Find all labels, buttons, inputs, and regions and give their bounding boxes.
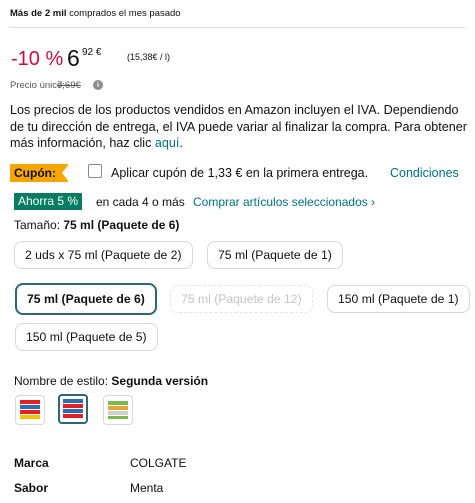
style-thumbnail-1[interactable] — [15, 395, 45, 425]
coupon-badge-notch — [62, 164, 69, 182]
toothpaste-pack-thumbnail-icon — [63, 399, 83, 418]
spec-flavor-label: Sabor — [14, 481, 49, 495]
bought-count: Más de 2 mil — [10, 8, 67, 19]
style-label: Nombre de estilo: Segunda versión — [14, 374, 208, 388]
save-text: en cada 4 o más — [96, 195, 185, 209]
toothpaste-pack-thumbnail-icon — [108, 401, 128, 419]
size-label-text: Tamaño: — [14, 218, 61, 232]
spec-flavor-value: Menta — [130, 481, 164, 495]
price-per-unit: (15,38€ / l) — [127, 52, 171, 62]
shop-selected-items-link[interactable]: Comprar artículos seleccionados › — [193, 195, 375, 209]
toothpaste-pack-thumbnail-icon — [20, 400, 40, 419]
save-badge: Ahorra 5 % — [14, 193, 83, 210]
size-option-75ml-pack12[interactable]: 75 ml (Paquete de 12) — [170, 285, 313, 313]
vat-link[interactable]: aquí — [155, 136, 180, 150]
size-option-150ml-pack1[interactable]: 150 ml (Paquete de 1) — [327, 285, 470, 313]
size-option-75ml-pack6[interactable]: 75 ml (Paquete de 6) — [15, 283, 157, 315]
size-option-150ml-pack5[interactable]: 150 ml (Paquete de 5) — [15, 323, 158, 351]
style-label-text: Nombre de estilo: — [14, 374, 109, 388]
price-fraction: 92 € — [82, 47, 102, 58]
list-price: 7,69€ — [57, 80, 81, 91]
bought-text: comprados el mes pasado — [66, 8, 181, 19]
spec-brand-label: Marca — [14, 456, 49, 470]
style-selected-value: Segunda versión — [111, 374, 209, 388]
size-label: Tamaño: 75 ml (Paquete de 6) — [14, 218, 179, 232]
bought-last-month: Más de 2 mil comprados el mes pasado — [10, 8, 181, 19]
divider — [10, 27, 465, 28]
coupon-checkbox[interactable] — [88, 164, 102, 178]
info-icon[interactable]: i — [93, 80, 103, 90]
vat-end: . — [179, 136, 183, 150]
size-selected-value: 75 ml (Paquete de 6) — [63, 218, 180, 232]
spec-brand-value: COLGATE — [130, 456, 187, 470]
price-whole: 6 — [67, 45, 80, 71]
size-option-75ml-pack1[interactable]: 75 ml (Paquete de 1) — [207, 241, 343, 269]
style-thumbnail-3[interactable] — [103, 395, 133, 425]
coupon-badge: Cupón: — [10, 164, 68, 182]
discount-percentage: -10 % — [11, 48, 64, 70]
vat-notice: Los precios de los productos vendidos en… — [10, 102, 470, 152]
size-option-2x75ml-pack2[interactable]: 2 uds x 75 ml (Paquete de 2) — [14, 241, 193, 269]
style-thumbnail-2[interactable] — [58, 394, 88, 424]
vat-text: Los precios de los productos vendidos en… — [10, 103, 467, 150]
coupon-checkbox-label[interactable]: Aplicar cupón de 1,33 € en la primera en… — [111, 166, 368, 180]
coupon-conditions-link[interactable]: Condiciones — [390, 166, 459, 180]
